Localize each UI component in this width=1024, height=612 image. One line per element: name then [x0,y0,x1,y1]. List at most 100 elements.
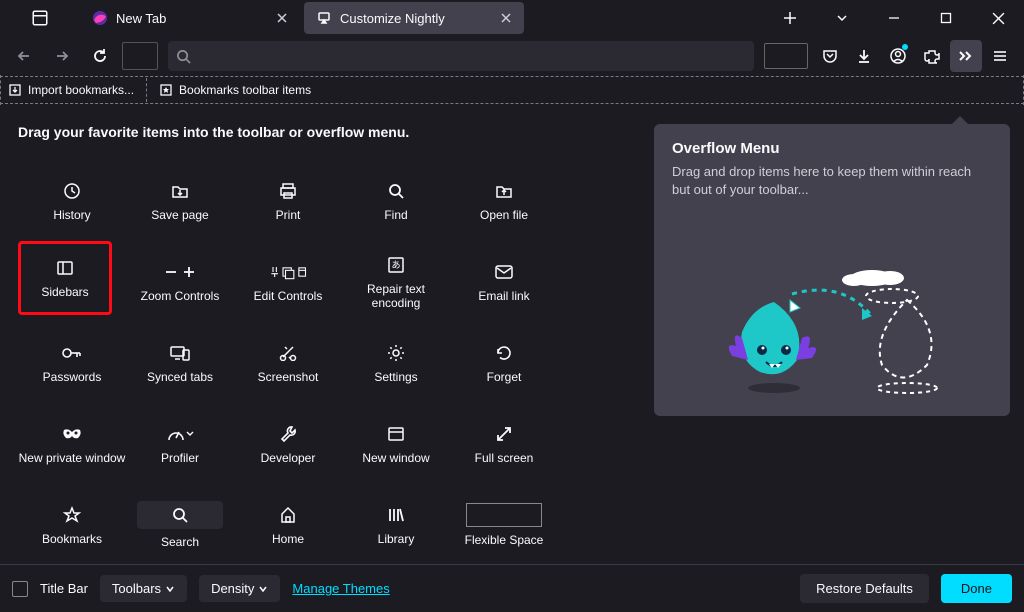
toolbar-drag-slot[interactable] [764,43,808,69]
star-icon [52,504,92,526]
customize-palette: Drag your favorite items into the toolba… [18,124,638,564]
titlebar: New Tab Customize Nightly [0,0,1024,36]
done-button[interactable]: Done [941,574,1012,603]
search-icon [376,180,416,202]
item-home[interactable]: Home [234,484,342,565]
nav-toolbar [0,36,1024,76]
item-history[interactable]: History [18,160,126,241]
screenshot-icon [268,342,308,364]
item-search[interactable]: Search [126,484,234,565]
tab-label: Customize Nightly [340,11,488,26]
item-private-window[interactable]: New private window [18,403,126,484]
mask-icon [52,423,92,445]
library-icon [376,504,416,526]
item-new-window[interactable]: New window [342,403,450,484]
toolbar-drag-slot[interactable] [122,42,158,70]
window-icon [376,423,416,445]
chevron-down-icon [165,584,175,594]
palette-grid: History Save page Print Find Open file S… [18,160,638,565]
item-forget[interactable]: Forget [450,322,558,403]
forward-button[interactable] [46,40,78,72]
extensions-button[interactable] [916,40,948,72]
app-menu-button[interactable] [984,40,1016,72]
item-email-link[interactable]: Email link [450,241,558,322]
gear-icon [376,342,416,364]
home-icon [268,504,308,526]
item-edit-controls[interactable]: Edit Controls [234,241,342,322]
titlebar-buttons [768,3,1024,33]
separator [146,78,147,102]
overflow-panel[interactable]: Overflow Menu Drag and drop items here t… [654,124,1010,416]
pocket-button[interactable] [814,40,846,72]
item-zoom-controls[interactable]: Zoom Controls [126,241,234,322]
all-tabs-button[interactable] [820,3,864,33]
window-minimize[interactable] [872,3,916,33]
item-developer[interactable]: Developer [234,403,342,484]
account-button[interactable] [882,40,914,72]
back-button[interactable] [8,40,40,72]
url-bar[interactable] [168,41,754,71]
search-icon [176,49,191,64]
history-icon [52,180,92,202]
tab-close-button[interactable] [496,8,516,28]
window-maximize[interactable] [924,3,968,33]
bookmarks-toolbar[interactable]: Import bookmarks... Bookmarks toolbar it… [0,76,1024,104]
manage-themes-link[interactable]: Manage Themes [292,581,389,596]
item-sidebars[interactable]: Sidebars [18,241,112,315]
item-full-screen[interactable]: Full screen [450,403,558,484]
tab-customize[interactable]: Customize Nightly [304,2,524,34]
folder-download-icon [160,180,200,202]
import-bookmarks-button[interactable]: Import bookmarks... [8,83,134,97]
item-profiler[interactable]: Profiler [126,403,234,484]
zoom-controls-icon [160,261,200,283]
restore-defaults-button[interactable]: Restore Defaults [800,574,929,603]
downloads-button[interactable] [848,40,880,72]
reload-button[interactable] [84,40,116,72]
bookmarks-toolbar-label: Bookmarks toolbar items [179,83,311,97]
customize-content: Drag your favorite items into the toolba… [0,104,1024,564]
customize-icon [316,10,332,26]
open-file-icon [484,180,524,202]
synced-tabs-icon [160,342,200,364]
tab-new-tab[interactable]: New Tab [80,2,300,34]
firefox-nightly-icon [92,10,108,26]
item-passwords[interactable]: Passwords [18,322,126,403]
chevron-down-icon [258,584,268,594]
new-tab-button[interactable] [768,3,812,33]
overflow-description: Drag and drop items here to keep them wi… [672,163,992,199]
overflow-button[interactable] [950,40,982,72]
titlebar-spaces-button[interactable] [0,9,80,27]
item-open-file[interactable]: Open file [450,160,558,241]
item-settings[interactable]: Settings [342,322,450,403]
item-repair-text[interactable]: あ Repair text encoding [342,241,450,322]
overflow-illustration [702,260,962,400]
item-flexible-space[interactable]: Flexible Space [450,484,558,565]
fullscreen-icon [484,423,524,445]
item-screenshot[interactable]: Screenshot [234,322,342,403]
wrench-icon [268,423,308,445]
tab-close-button[interactable] [272,8,292,28]
item-synced-tabs[interactable]: Synced tabs [126,322,234,403]
search-icon [137,501,223,529]
density-dropdown[interactable]: Density [199,575,280,602]
repair-text-icon: あ [376,254,416,276]
sidebars-icon [45,257,85,279]
edit-controls-icon [268,261,308,283]
palette-heading: Drag your favorite items into the toolba… [18,124,638,140]
window-close[interactable] [976,3,1020,33]
overflow-title: Overflow Menu [672,140,992,157]
titlebar-checkbox[interactable] [12,581,28,597]
bookmarks-toolbar-items[interactable]: Bookmarks toolbar items [159,83,311,97]
item-library[interactable]: Library [342,484,450,565]
email-icon [484,261,524,283]
tab-label: New Tab [116,11,264,26]
item-find[interactable]: Find [342,160,450,241]
item-print[interactable]: Print [234,160,342,241]
item-save-page[interactable]: Save page [126,160,234,241]
profiler-icon [160,423,200,445]
item-bookmarks[interactable]: Bookmarks [18,484,126,565]
titlebar-checkbox-label: Title Bar [40,581,88,596]
notification-dot [902,44,908,50]
import-bookmarks-label: Import bookmarks... [28,83,134,97]
toolbars-dropdown[interactable]: Toolbars [100,575,187,602]
